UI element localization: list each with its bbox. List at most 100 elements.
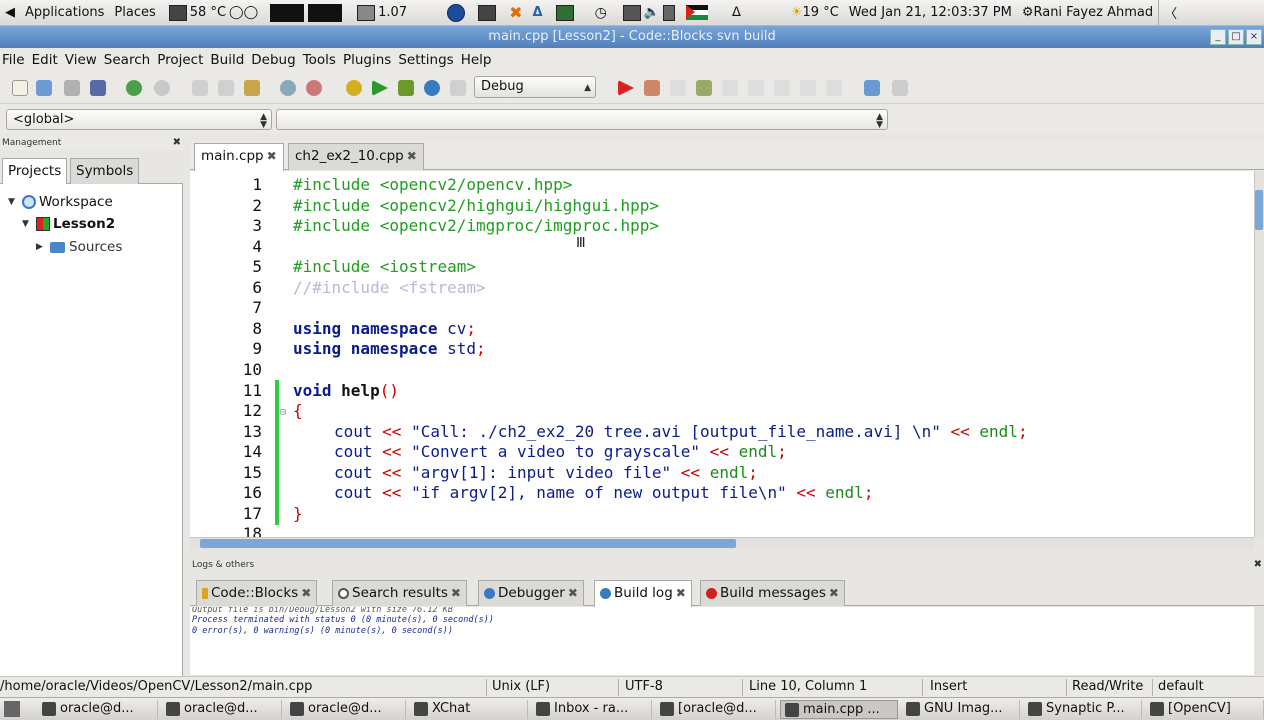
tools-launcher[interactable]: ✖: [504, 0, 527, 25]
next-line-icon[interactable]: [670, 80, 686, 96]
tab-build-log[interactable]: Build log ✖: [594, 580, 692, 607]
shutdown-button[interactable]: 〈: [1158, 0, 1182, 25]
tree-item-sources[interactable]: ▶ Sources: [36, 239, 122, 255]
menu-edit[interactable]: Edit: [32, 52, 65, 68]
tab-debugger[interactable]: Debugger ✖: [478, 580, 584, 606]
build-log-output[interactable]: Output file is bin/Debug/Lesson2 with si…: [190, 607, 1254, 675]
maximize-button[interactable]: □: [1228, 29, 1244, 45]
show-desktop-icon[interactable]: [4, 701, 20, 717]
log-vertical-scrollbar[interactable]: [1254, 607, 1264, 675]
close-tab-icon[interactable]: ✖: [301, 586, 311, 600]
close-tab-icon[interactable]: ✖: [451, 586, 461, 600]
build-icon[interactable]: [346, 80, 362, 96]
stop-debug-icon[interactable]: [826, 80, 842, 96]
step-out-icon[interactable]: [722, 80, 738, 96]
close-tab-icon[interactable]: ✖: [676, 586, 686, 600]
debug-run-icon[interactable]: [618, 80, 634, 96]
tab-symbols[interactable]: Symbols: [70, 158, 140, 184]
tab-search-results[interactable]: Search results ✖: [332, 580, 467, 606]
run-to-cursor-icon[interactable]: [644, 80, 660, 96]
various-info-icon[interactable]: [892, 80, 908, 96]
tab-build-messages[interactable]: Build messages ✖: [700, 580, 845, 606]
clock[interactable]: Wed Jan 21, 12:03:37 PM: [844, 0, 1017, 25]
expand-arrow-icon[interactable]: ▶: [36, 242, 44, 252]
debug-windows-icon[interactable]: [864, 80, 880, 96]
scope-select[interactable]: <global> ▲ ▼: [6, 109, 272, 130]
task-opencv-folder[interactable]: [OpenCV]: [1146, 700, 1264, 719]
code-editor[interactable]: 1 2 3 4 5 6 7 8 9 10 11 12 13 14 15 16 1…: [190, 171, 1254, 537]
run-icon[interactable]: [372, 80, 388, 96]
menu-settings[interactable]: Settings: [398, 52, 460, 68]
minimize-button[interactable]: _: [1210, 29, 1226, 45]
new-file-icon[interactable]: [12, 80, 28, 96]
task-inbox[interactable]: Inbox - ra...: [532, 700, 652, 719]
monitor-launcher[interactable]: [470, 0, 504, 25]
redo-icon[interactable]: [154, 80, 170, 96]
paste-icon[interactable]: [244, 80, 260, 96]
weather-applet[interactable]: ☀ 19 °C: [786, 0, 844, 25]
crossed-tools-icon: ✖: [509, 3, 523, 22]
close-tab-icon[interactable]: ✖: [568, 586, 578, 600]
save-all-icon[interactable]: [90, 80, 106, 96]
step-into-icon[interactable]: [696, 80, 712, 96]
copy-icon[interactable]: [218, 80, 234, 96]
task-synaptic[interactable]: Synaptic P...: [1024, 700, 1142, 719]
step-instruction-icon[interactable]: [774, 80, 790, 96]
panel-arrow-icon[interactable]: ◀: [0, 0, 20, 25]
calendar-launcher[interactable]: [548, 0, 582, 25]
menu-help[interactable]: Help: [461, 52, 499, 68]
close-panel-icon[interactable]: ✖: [173, 136, 181, 150]
menu-plugins[interactable]: Plugins: [343, 52, 398, 68]
menu-view[interactable]: View: [65, 52, 104, 68]
tab-codeblocks-log[interactable]: Code::Blocks ✖: [196, 580, 318, 606]
editor-vertical-scroll-thumb[interactable]: [1255, 190, 1263, 230]
menu-debug[interactable]: Debug: [251, 52, 302, 68]
collapse-arrow-icon[interactable]: ▼: [8, 197, 16, 207]
open-file-icon[interactable]: [36, 80, 52, 96]
abort-icon[interactable]: [450, 80, 466, 96]
build-run-icon[interactable]: [398, 80, 414, 96]
undo-icon[interactable]: [126, 80, 142, 96]
save-icon[interactable]: [64, 80, 80, 96]
tree-item-workspace[interactable]: ▼ Workspace: [8, 194, 113, 210]
pause-icon[interactable]: [800, 80, 816, 96]
tab-projects[interactable]: Projects: [2, 158, 68, 185]
task-xchat[interactable]: XChat: [410, 700, 528, 719]
menu-file[interactable]: File: [2, 52, 32, 68]
menu-build[interactable]: Build: [210, 52, 251, 68]
line-number: 18: [242, 524, 262, 537]
task-terminal-2[interactable]: oracle@d...: [162, 700, 282, 719]
menu-search[interactable]: Search: [104, 52, 157, 68]
tree-item-project[interactable]: ▼ Lesson2: [22, 216, 115, 232]
collapse-arrow-icon[interactable]: ▼: [22, 219, 30, 229]
user-menu[interactable]: ⚙ Rani Fayez Ahmad: [1017, 0, 1158, 25]
task-terminal-3[interactable]: oracle@d...: [286, 700, 406, 719]
find-icon[interactable]: [280, 80, 296, 96]
tab-main-cpp[interactable]: main.cpp ✖: [194, 143, 284, 171]
places-menu[interactable]: Places: [109, 0, 160, 25]
fold-marker-icon[interactable]: ⊟: [280, 407, 286, 418]
task-codeblocks[interactable]: main.cpp ...: [780, 700, 898, 719]
close-panel-icon[interactable]: ✖: [1254, 558, 1262, 572]
globe-launcher[interactable]: [442, 0, 470, 25]
task-terminal-1[interactable]: oracle@d...: [38, 700, 158, 719]
applications-menu[interactable]: Applications: [20, 0, 109, 25]
next-instruction-icon[interactable]: [748, 80, 764, 96]
close-tab-icon[interactable]: ✖: [407, 149, 417, 163]
task-terminal-4[interactable]: [oracle@d...: [656, 700, 776, 719]
cut-icon[interactable]: [192, 80, 208, 96]
bluetooth-launcher[interactable]: ᐃ: [528, 0, 548, 25]
replace-icon[interactable]: [306, 80, 322, 96]
editor-horizontal-scroll-thumb[interactable]: [200, 539, 736, 548]
build-target-select[interactable]: Debug ▲▼: [474, 76, 596, 113]
task-gimp[interactable]: GNU Imag...: [902, 700, 1020, 719]
close-tab-icon[interactable]: ✖: [829, 586, 839, 600]
menu-tools[interactable]: Tools: [303, 52, 343, 68]
menu-project[interactable]: Project: [157, 52, 210, 68]
rebuild-icon[interactable]: [424, 80, 440, 96]
function-select[interactable]: ▲ ▼: [276, 109, 888, 130]
close-window-button[interactable]: ×: [1246, 29, 1262, 45]
close-tab-icon[interactable]: ✖: [267, 149, 277, 163]
window-title-bar[interactable]: main.cpp [Lesson2] - Code::Blocks svn bu…: [0, 26, 1264, 48]
tab-ch2-ex2-10-cpp[interactable]: ch2_ex2_10.cpp ✖: [288, 143, 424, 170]
